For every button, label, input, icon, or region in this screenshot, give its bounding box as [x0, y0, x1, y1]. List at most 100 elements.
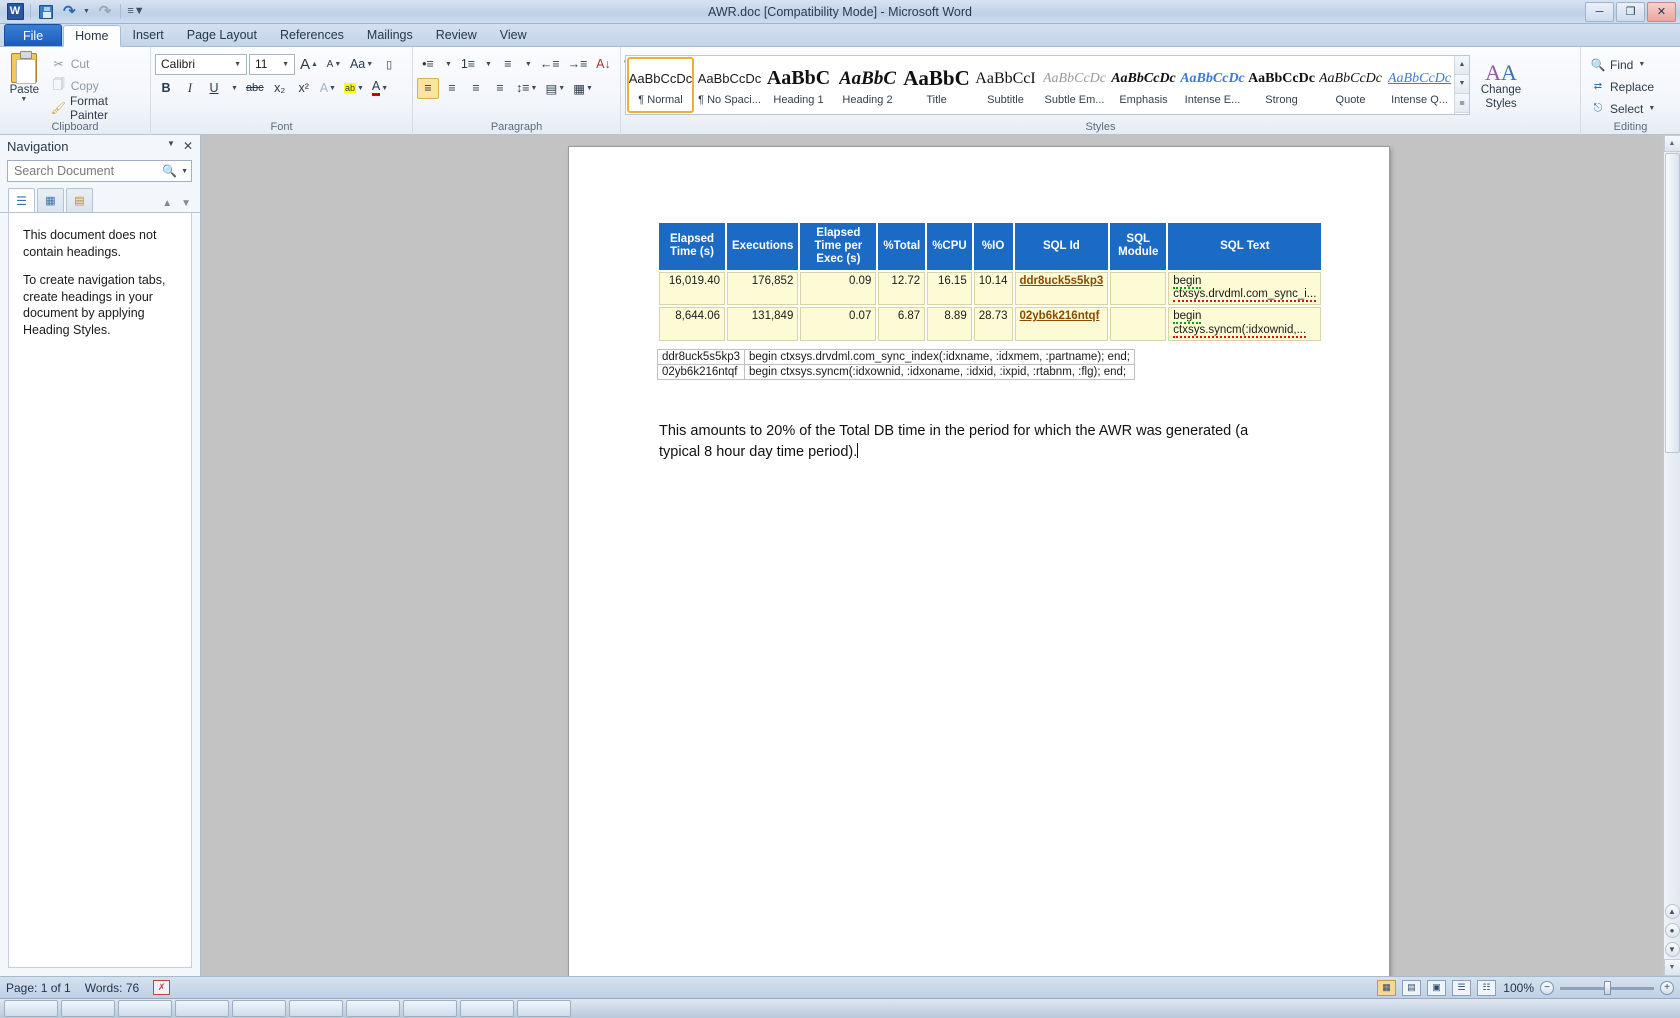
font-color-button[interactable]: A ▼ [369, 78, 391, 99]
taskbar-item[interactable] [175, 1000, 229, 1017]
bullets-dropdown-icon[interactable]: ▼ [441, 54, 455, 75]
style-item-intense-e[interactable]: AaBbCcDc Intense E... [1179, 57, 1246, 113]
cut-button[interactable]: ✂ Cut [47, 53, 146, 74]
previous-page-button[interactable]: ▲ [1664, 904, 1680, 919]
zoom-slider[interactable] [1560, 980, 1654, 995]
tab-insert[interactable]: Insert [122, 24, 175, 46]
select-browse-object-button[interactable]: ● [1664, 923, 1680, 938]
redo-icon[interactable]: ↷ [95, 2, 115, 21]
document-area[interactable]: Elapsed Time (s) Executions Elapsed Time… [201, 135, 1680, 976]
sql-id-link[interactable]: 02yb6k216ntqf [1020, 310, 1100, 322]
scroll-down-button[interactable]: ▼ [1663, 959, 1680, 976]
view-outline-button[interactable]: ☰ [1452, 979, 1471, 996]
chevron-down-icon[interactable]: ▼ [231, 61, 244, 68]
numbering-dropdown-icon[interactable]: ▼ [481, 54, 495, 75]
undo-icon[interactable]: ↶ [59, 2, 79, 21]
zoom-out-button[interactable]: − [1540, 980, 1554, 995]
style-item-subtitle[interactable]: AaBbCcI Subtitle [972, 57, 1039, 113]
highlight-color-button[interactable]: ab ▼ [341, 78, 367, 99]
shrink-font-button[interactable]: A ▼ [323, 54, 345, 75]
multilevel-dropdown-icon[interactable]: ▼ [521, 54, 535, 75]
style-item-intense-q[interactable]: AaBbCcDc Intense Q... [1386, 57, 1453, 113]
vertical-scrollbar[interactable]: ▲ ▲ ● ▼ ▼ [1663, 135, 1680, 976]
style-item-subtle-em[interactable]: AaBbCcDc Subtle Em... [1041, 57, 1108, 113]
subscript-button[interactable]: x₂ [269, 78, 291, 99]
bullets-button[interactable]: •≡ [417, 54, 439, 75]
view-draft-button[interactable]: ☷ [1477, 979, 1496, 996]
scroll-up-button[interactable]: ▲ [1663, 135, 1680, 152]
tab-mailings[interactable]: Mailings [356, 24, 424, 46]
style-item-heading-1[interactable]: AaBbC Heading 1 [765, 57, 832, 113]
multilevel-list-button[interactable]: ≡ [497, 54, 519, 75]
numbering-button[interactable]: 1≡ [457, 54, 479, 75]
text-effects-button[interactable]: A ▼ [317, 78, 339, 99]
minimize-button[interactable]: ─ [1585, 1, 1614, 22]
bold-button[interactable]: B [155, 78, 177, 99]
taskbar-item[interactable] [118, 1000, 172, 1017]
change-case-button[interactable]: Aa ▼ [347, 54, 376, 75]
strikethrough-button[interactable]: abc [243, 78, 267, 99]
font-name-combo[interactable]: Calibri ▼ [155, 53, 247, 75]
change-styles-button[interactable]: AA Change Styles [1470, 58, 1532, 110]
view-full-screen-reading-button[interactable]: ▤ [1402, 979, 1421, 996]
next-result-icon[interactable]: ▼ [181, 198, 191, 209]
proofing-errors-icon[interactable]: ✗ [153, 980, 171, 995]
underline-button[interactable]: U [203, 78, 225, 99]
line-spacing-button[interactable]: ↕≡ ▼ [513, 78, 540, 99]
style-item--no-spaci[interactable]: AaBbCcDc ¶ No Spaci... [696, 57, 763, 113]
view-web-layout-button[interactable]: ▣ [1427, 979, 1446, 996]
chevron-down-icon[interactable]: ▼ [279, 61, 292, 68]
nav-tab-headings[interactable]: ☰ [8, 188, 35, 212]
style-item--normal[interactable]: AaBbCcDc ¶ Normal [627, 56, 694, 113]
tab-review[interactable]: Review [425, 24, 488, 46]
clear-formatting-button[interactable]: ▯ [378, 54, 400, 75]
styles-scroll-down-icon[interactable]: ▼ [1455, 74, 1469, 95]
tab-home[interactable]: Home [63, 25, 121, 47]
format-painter-button[interactable]: 🖌 Format Painter [47, 94, 146, 122]
taskbar-item[interactable] [517, 1000, 571, 1017]
find-button[interactable]: 🔍 Find ▼ [1585, 54, 1660, 75]
replace-button[interactable]: ⇄ Replace [1585, 76, 1660, 97]
taskbar-item[interactable] [460, 1000, 514, 1017]
document-page[interactable]: Elapsed Time (s) Executions Elapsed Time… [569, 147, 1389, 976]
view-print-layout-button[interactable]: ▦ [1377, 979, 1396, 996]
close-icon[interactable]: ✕ [183, 139, 193, 153]
justify-button[interactable]: ≡ [489, 78, 511, 99]
taskbar-item[interactable] [289, 1000, 343, 1017]
chevron-down-icon[interactable]: ▼ [178, 168, 188, 175]
taskbar-item[interactable] [403, 1000, 457, 1017]
nav-tab-results[interactable]: ▤ [66, 188, 93, 212]
customize-qat-icon[interactable]: ≡▼ [126, 2, 146, 21]
select-button[interactable]: ⎋ Select ▼ [1585, 98, 1660, 119]
tab-references[interactable]: References [269, 24, 355, 46]
undo-dropdown-icon[interactable]: ▼ [82, 2, 92, 21]
nav-tab-pages[interactable]: ▦ [37, 188, 64, 212]
paste-dropdown-icon[interactable]: ▼ [20, 96, 27, 103]
word-logo-icon[interactable]: W [5, 2, 25, 21]
font-size-combo[interactable]: 11 ▼ [249, 53, 295, 75]
align-right-button[interactable]: ≡ [465, 78, 487, 99]
styles-more-icon[interactable]: ≣ [1455, 94, 1469, 114]
save-icon[interactable] [36, 2, 56, 21]
zoom-slider-thumb[interactable] [1604, 980, 1611, 995]
superscript-button[interactable]: x² [293, 78, 315, 99]
search-icon[interactable]: 🔍 [162, 164, 177, 178]
style-item-strong[interactable]: AaBbCcDc Strong [1248, 57, 1315, 113]
zoom-in-button[interactable]: + [1660, 980, 1674, 995]
zoom-level[interactable]: 100% [1502, 981, 1534, 995]
shading-button[interactable]: ▤ ▼ [542, 78, 568, 99]
tab-page-layout[interactable]: Page Layout [176, 24, 268, 46]
previous-result-icon[interactable]: ▲ [162, 198, 172, 209]
word-count[interactable]: Words: 76 [85, 981, 139, 995]
taskbar-item[interactable] [346, 1000, 400, 1017]
style-item-quote[interactable]: AaBbCcDc Quote [1317, 57, 1384, 113]
italic-button[interactable]: I [179, 78, 201, 99]
taskbar-item[interactable] [232, 1000, 286, 1017]
style-item-heading-2[interactable]: AaBbC Heading 2 [834, 57, 901, 113]
style-item-title[interactable]: AaBbC Title [903, 57, 970, 113]
restore-button[interactable]: ❐ [1616, 1, 1645, 22]
navigation-menu-icon[interactable]: ▼ [167, 139, 175, 153]
tab-view[interactable]: View [489, 24, 538, 46]
sort-button[interactable]: A↓ [592, 54, 614, 75]
underline-dropdown-icon[interactable]: ▼ [227, 78, 241, 99]
